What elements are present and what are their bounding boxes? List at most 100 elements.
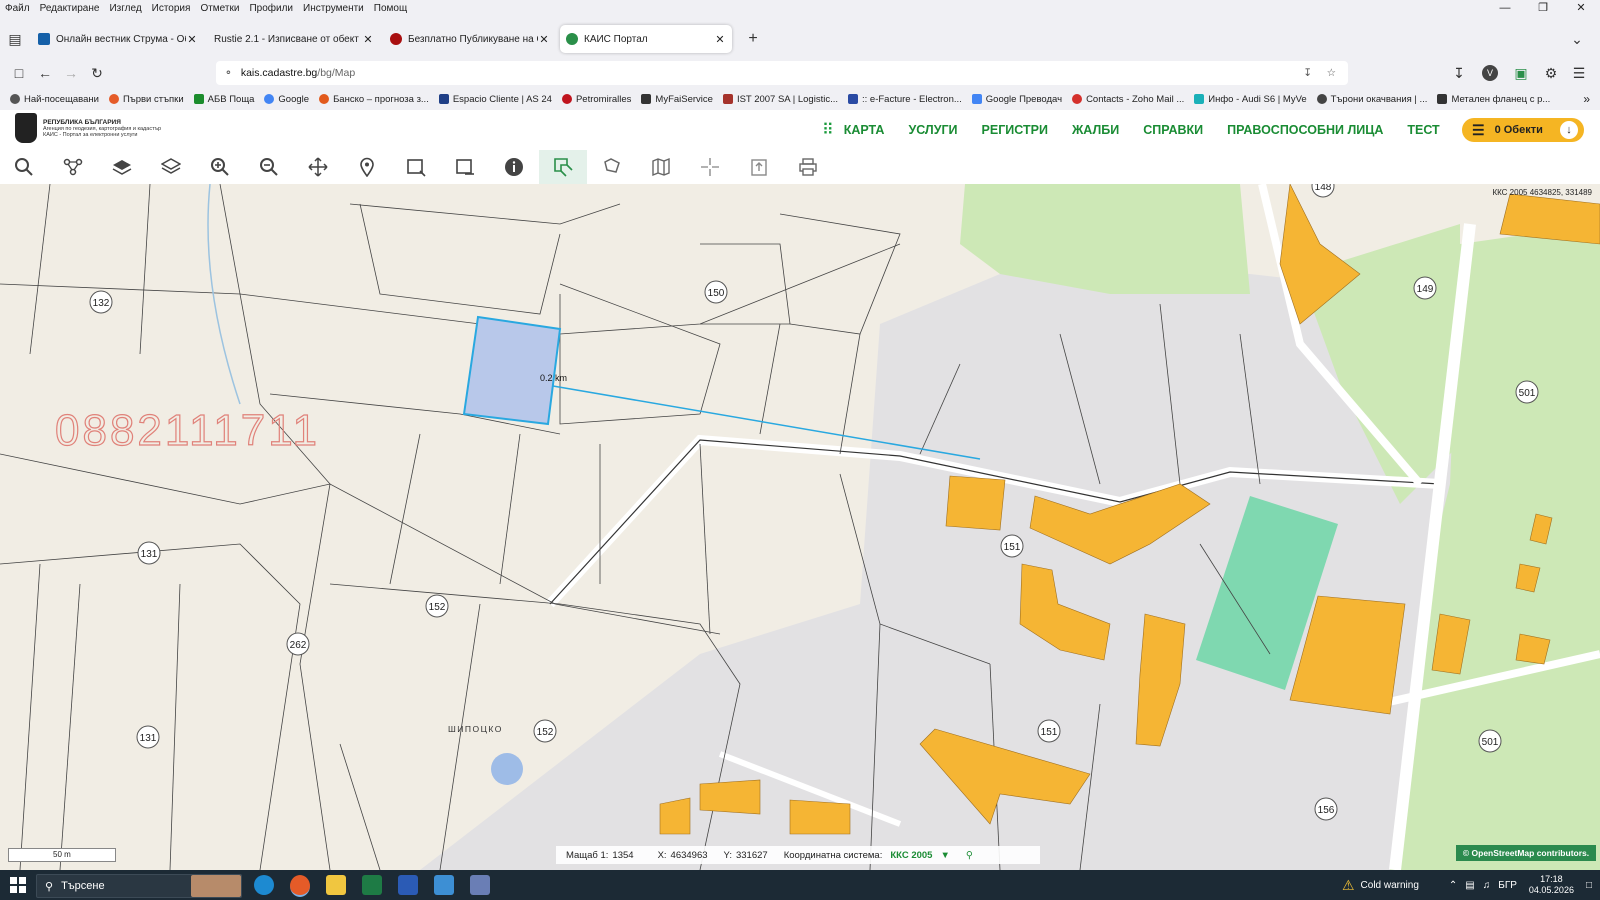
bookmark-item[interactable]: АБВ Поща (193, 94, 254, 105)
bookmark-item[interactable]: Contacts - Zoho Mail ... (1072, 94, 1184, 105)
edge-icon[interactable] (254, 875, 274, 895)
info-tool[interactable] (490, 150, 538, 184)
app-menu-icon[interactable]: ☰ (1566, 65, 1592, 82)
star-icon[interactable]: ☆ (1327, 67, 1336, 79)
zoom-in-tool[interactable] (196, 150, 244, 184)
close-window-icon[interactable]: ✕ (1562, 0, 1600, 17)
bookmark-item[interactable]: Petromiralles (561, 94, 631, 105)
layers-tool[interactable] (98, 150, 146, 184)
deselect-rect-tool[interactable] (441, 150, 489, 184)
reload-icon[interactable]: ↻ (84, 65, 110, 82)
crs-dropdown-icon[interactable]: ▼ (940, 850, 949, 861)
close-tab-icon[interactable]: ✕ (362, 33, 374, 46)
close-tab-icon[interactable]: ✕ (714, 33, 726, 46)
selected-parcel[interactable] (462, 315, 562, 426)
download-page-icon[interactable]: ↧ (1303, 67, 1312, 79)
map-canvas[interactable]: 132 150 148 149 501 131 152 151 262 131 … (0, 184, 1600, 870)
crosshair-tool[interactable] (686, 150, 734, 184)
map-tool[interactable] (637, 150, 685, 184)
tab-rustie[interactable]: Rustie 2.1 - Изписване от обект ✕ (208, 25, 380, 53)
tray-expand-icon[interactable]: ⌃ (1449, 880, 1457, 891)
app-icon[interactable] (470, 875, 490, 895)
profile-avatar[interactable]: V (1482, 65, 1498, 81)
menu-history[interactable]: История (147, 3, 196, 14)
weather-text[interactable]: Cold warning (1361, 880, 1419, 891)
menu-file[interactable]: Файл (0, 3, 35, 14)
address-bar[interactable]: ⚬ kais.cadastre.bg/bg/Map ↧ ☆ (216, 61, 1348, 85)
bookmark-item[interactable]: Инфо - Audi S6 | MyVe (1194, 94, 1307, 105)
tab-overview-icon[interactable]: ▤ (2, 31, 28, 48)
bookmark-item[interactable]: Първи стъпки (108, 94, 184, 105)
menu-tools[interactable]: Инструменти (298, 3, 369, 14)
cadastral-map[interactable]: 132 150 148 149 501 131 152 151 262 131 … (0, 184, 1600, 870)
measure-tool[interactable] (539, 150, 587, 184)
menu-view[interactable]: Изглед (104, 3, 146, 14)
print-tool[interactable] (784, 150, 832, 184)
menu-profiles[interactable]: Профили (244, 3, 298, 14)
draw-tool[interactable] (588, 150, 636, 184)
zoom-out-tool[interactable] (245, 150, 293, 184)
menu-help[interactable]: Помощ (369, 3, 412, 14)
taskbar-search[interactable]: ⚲ Търсене (36, 874, 242, 898)
more-bookmarks-icon[interactable]: » (1583, 92, 1590, 106)
objects-button[interactable]: ☰ 0 Обекти ↓ (1462, 118, 1584, 142)
nav-spravki[interactable]: СПРАВКИ (1143, 123, 1203, 137)
bookmark-item[interactable]: Най-посещавани (10, 94, 99, 105)
bookmark-item[interactable]: Търони окачвания | ... (1316, 94, 1427, 105)
bookmark-item[interactable]: Google (264, 94, 309, 105)
forward-icon[interactable]: → (58, 65, 84, 81)
bookmark-item[interactable]: Метален фланец с р... (1437, 94, 1550, 105)
bookmark-item[interactable]: Google Преводач (971, 94, 1062, 105)
minimize-icon[interactable]: — (1486, 0, 1524, 17)
tab-kais[interactable]: КАИС Портал ✕ (560, 25, 732, 53)
restore-icon[interactable]: ❐ (1524, 0, 1562, 17)
extensions-icon[interactable]: ⚙ (1538, 65, 1564, 82)
list-tabs-icon[interactable]: ⌄ (1564, 31, 1590, 48)
agency-logo[interactable]: РЕПУБЛИКА БЪЛГАРИЯ Агенция по геодезия, … (15, 113, 161, 143)
extension-green-icon[interactable]: ▣ (1508, 65, 1534, 82)
search-tool[interactable] (0, 150, 48, 184)
downloads-icon[interactable]: ↧ (1446, 65, 1472, 82)
bookmark-item[interactable]: MyFaiService (641, 94, 713, 105)
bookmark-item[interactable]: Банско – прогноза з... (319, 94, 429, 105)
pan-tool[interactable] (294, 150, 342, 184)
explorer-icon[interactable] (326, 875, 346, 895)
route-tool[interactable] (49, 150, 97, 184)
nav-test[interactable]: ТЕСТ (1407, 123, 1439, 137)
word-icon[interactable] (398, 875, 418, 895)
excel-icon[interactable] (362, 875, 382, 895)
clock[interactable]: 17:18 04.05.2026 (1529, 874, 1574, 896)
network-icon[interactable]: ▤ (1465, 880, 1474, 891)
close-tab-icon[interactable]: ✕ (186, 33, 198, 46)
windows-start-icon[interactable] (10, 877, 26, 893)
bookmark-item[interactable]: IST 2007 SA | Logistic... (722, 94, 838, 105)
crs-select[interactable]: ККС 2005 (890, 850, 932, 861)
locate-search-icon[interactable]: ⚲ (966, 850, 973, 861)
tab-struma[interactable]: Онлайн вестник Струма - Общест ✕ (32, 25, 204, 53)
select-rect-tool[interactable] (392, 150, 440, 184)
tab-obyavi[interactable]: Безплатно Публикуване на Обяви ✕ (384, 25, 556, 53)
language-indicator[interactable]: БГР (1498, 880, 1517, 891)
bookmark-item[interactable]: Espacio Cliente | AS 24 (438, 94, 552, 105)
nav-registri[interactable]: РЕГИСТРИ (982, 123, 1048, 137)
photos-icon[interactable] (434, 875, 454, 895)
apps-grid-icon[interactable]: ⠿ (822, 120, 834, 140)
export-tool[interactable] (735, 150, 783, 184)
notifications-icon[interactable]: □ (1586, 880, 1592, 891)
new-tab-icon[interactable]: + (740, 30, 766, 48)
nav-uslugi[interactable]: УСЛУГИ (908, 123, 957, 137)
back-icon[interactable]: ← (32, 65, 58, 81)
layers-alt-tool[interactable] (147, 150, 195, 184)
volume-icon[interactable]: ♫ (1483, 880, 1491, 891)
menu-bookmarks[interactable]: Отметки (195, 3, 244, 14)
nav-karta[interactable]: КАРТА (844, 123, 885, 137)
nav-zhalbi[interactable]: ЖАЛБИ (1072, 123, 1119, 137)
sidebar-icon[interactable]: □ (6, 65, 32, 81)
nav-pravosposobni[interactable]: ПРАВОСПОСОБНИ ЛИЦА (1227, 123, 1383, 137)
menu-edit[interactable]: Редактиране (35, 3, 105, 14)
marker-tool[interactable] (343, 150, 391, 184)
bookmark-item[interactable]: :: e-Facture - Electron... (848, 94, 962, 105)
firefox-icon[interactable] (290, 875, 310, 897)
osm-attribution[interactable]: © OpenStreetMap contributors. (1456, 845, 1596, 861)
close-tab-icon[interactable]: ✕ (538, 33, 550, 46)
